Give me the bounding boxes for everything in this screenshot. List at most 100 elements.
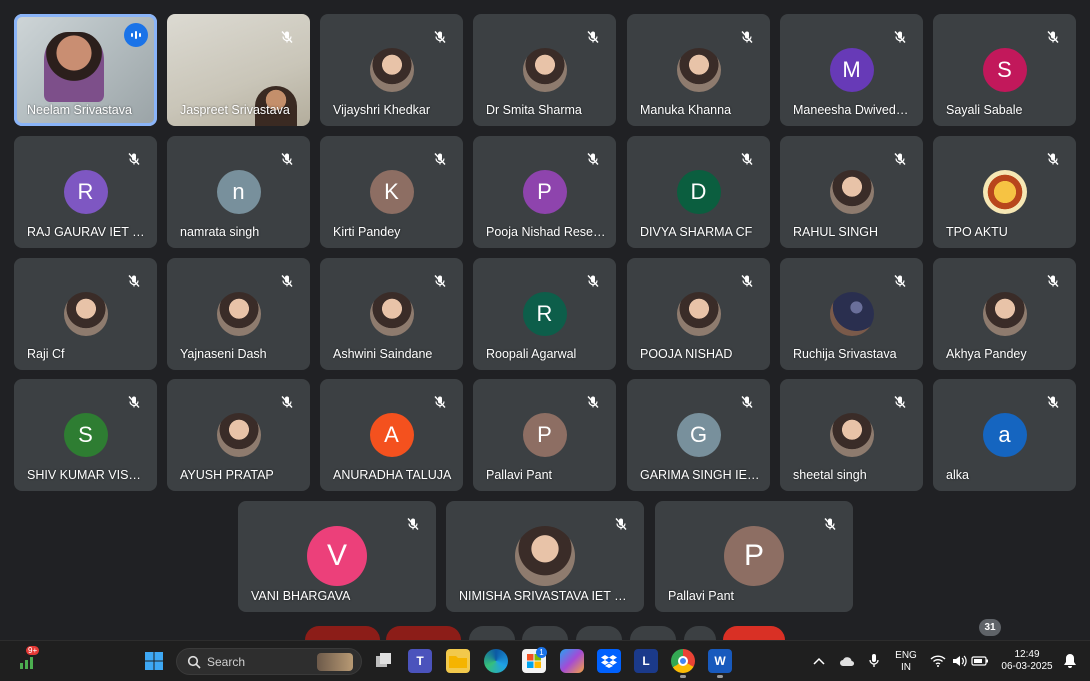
mic-off-icon xyxy=(276,148,298,170)
participant-tile[interactable]: V VANI BHARGAVA xyxy=(238,501,436,612)
participant-avatar: P xyxy=(522,170,567,214)
taskbar-search-box[interactable]: Search xyxy=(176,648,362,675)
participant-name: Akhya Pandey xyxy=(946,347,1027,361)
camera-toggle-button[interactable] xyxy=(386,626,461,640)
battery-icon[interactable] xyxy=(968,649,992,673)
participant-avatar: G xyxy=(676,413,721,457)
participant-name: DIVYA SHARMA CF xyxy=(640,225,753,239)
participant-name: Manuka Khanna xyxy=(640,103,732,117)
task-view-icon[interactable] xyxy=(372,649,396,673)
mic-off-icon xyxy=(582,148,604,170)
store-badge: 1 xyxy=(536,647,547,658)
participant-tile[interactable]: P Pallavi Pant xyxy=(473,379,616,491)
participant-tile[interactable]: K Kirti Pandey xyxy=(320,136,463,248)
participant-name: Roopali Agarwal xyxy=(486,347,577,361)
participant-avatar xyxy=(216,413,261,457)
teams-icon[interactable]: T xyxy=(408,649,432,673)
clock-date: 06-03-2025 xyxy=(1001,661,1053,672)
reactions-button[interactable] xyxy=(522,626,568,640)
copilot-icon[interactable] xyxy=(560,649,584,673)
edge-icon[interactable] xyxy=(484,649,508,673)
meeting-grid: Neelam Srivastava Jaspreet Srivastava Vija… xyxy=(0,0,1090,640)
participant-name: sheetal singh xyxy=(793,468,867,482)
chrome-icon[interactable] xyxy=(671,649,695,673)
participant-tile[interactable]: S SHIV KUMAR VISH… xyxy=(14,379,157,491)
mic-off-icon xyxy=(1042,148,1064,170)
mic-off-icon xyxy=(276,26,298,48)
microphone-icon[interactable] xyxy=(862,649,886,673)
participant-tile[interactable]: a alka xyxy=(933,379,1076,491)
dropbox-icon[interactable] xyxy=(597,649,621,673)
windows-start-icon[interactable] xyxy=(142,649,166,673)
participant-tile[interactable]: Vijayshri Khedkar xyxy=(320,14,463,126)
participant-tile[interactable]: Akhya Pandey xyxy=(933,258,1076,370)
participant-tile[interactable]: Neelam Srivastava xyxy=(14,14,157,126)
participant-name: Maneesha Dwived… xyxy=(793,103,909,117)
participant-name: Jaspreet Srivastava xyxy=(180,103,290,117)
participant-tile[interactable]: S Sayali Sabale xyxy=(933,14,1076,126)
participant-tile[interactable]: n namrata singh xyxy=(167,136,310,248)
participant-avatar xyxy=(515,526,575,586)
participant-avatar xyxy=(982,292,1027,336)
participant-tile[interactable]: P Pallavi Pant xyxy=(655,501,853,612)
participant-tile[interactable]: A ANURADHA TALUJA xyxy=(320,379,463,491)
participant-name: VANI BHARGAVA xyxy=(251,589,351,603)
participant-tile[interactable]: Dr Smita Sharma xyxy=(473,14,616,126)
mic-off-icon xyxy=(1042,26,1064,48)
participant-tile[interactable]: R RAJ GAURAV IET L… xyxy=(14,136,157,248)
participant-tile[interactable]: Ruchija Srivastava xyxy=(780,258,923,370)
participant-name: NIMISHA SRIVASTAVA IET St… xyxy=(459,589,634,603)
participant-tile[interactable]: Jaspreet Srivastava xyxy=(167,14,310,126)
mic-off-icon xyxy=(736,270,758,292)
participant-tile[interactable]: Ashwini Saindane xyxy=(320,258,463,370)
word-icon[interactable]: W xyxy=(708,649,732,673)
wifi-icon[interactable] xyxy=(926,649,950,673)
mic-off-icon xyxy=(736,26,758,48)
participant-tile[interactable]: NIMISHA SRIVASTAVA IET St… xyxy=(446,501,644,612)
participant-name: Yajnaseni Dash xyxy=(180,347,267,361)
file-explorer-icon[interactable] xyxy=(446,649,470,673)
cloud-icon[interactable] xyxy=(835,649,859,673)
participant-name: RAHUL SINGH xyxy=(793,225,878,239)
participant-tile[interactable]: Yajnaseni Dash xyxy=(167,258,310,370)
participant-tile[interactable]: POOJA NISHAD xyxy=(627,258,770,370)
participant-name: SHIV KUMAR VISH… xyxy=(27,468,147,482)
weather-badge: 9+ xyxy=(26,646,40,655)
participant-name: Ashwini Saindane xyxy=(333,347,433,361)
participant-count-badge[interactable]: 31 xyxy=(979,619,1001,636)
participant-tile[interactable]: Manuka Khanna xyxy=(627,14,770,126)
more-options-button[interactable] xyxy=(684,626,716,640)
participant-name: GARIMA SINGH IE… xyxy=(640,468,760,482)
mic-off-icon xyxy=(889,26,911,48)
participant-tile[interactable]: Raji Cf xyxy=(14,258,157,370)
notification-icon[interactable] xyxy=(1058,649,1082,673)
participant-tile[interactable]: G GARIMA SINGH IE… xyxy=(627,379,770,491)
language-indicator[interactable]: ENG IN xyxy=(890,650,922,674)
chevron-up-icon[interactable] xyxy=(807,649,831,673)
mic-off-icon xyxy=(429,26,451,48)
participant-name: Neelam Srivastava xyxy=(27,103,132,117)
participant-tile[interactable]: D DIVYA SHARMA CF xyxy=(627,136,770,248)
participant-tile[interactable]: R Roopali Agarwal xyxy=(473,258,616,370)
clock[interactable]: 12:49 06-03-2025 xyxy=(996,649,1058,673)
participant-tile[interactable]: M Maneesha Dwived… xyxy=(780,14,923,126)
participant-video xyxy=(44,32,104,102)
mic-off-icon xyxy=(610,513,632,535)
participant-tile[interactable]: AYUSH PRATAP xyxy=(167,379,310,491)
participant-avatar xyxy=(369,48,414,92)
meeting-controls-bar xyxy=(0,626,1090,640)
participant-name: POOJA NISHAD xyxy=(640,347,733,361)
l-app-icon[interactable]: L xyxy=(634,649,658,673)
participant-tile[interactable]: RAHUL SINGH xyxy=(780,136,923,248)
leave-call-button[interactable] xyxy=(723,626,785,640)
captions-button[interactable] xyxy=(469,626,515,640)
participant-avatar: V xyxy=(307,526,367,586)
mic-toggle-button[interactable] xyxy=(305,626,380,640)
raise-hand-button[interactable] xyxy=(630,626,676,640)
participant-avatar xyxy=(63,292,108,336)
participant-tile[interactable]: P Pooja Nishad Rese… xyxy=(473,136,616,248)
participant-name: Sayali Sabale xyxy=(946,103,1023,117)
participant-tile[interactable]: TPO AKTU xyxy=(933,136,1076,248)
participant-tile[interactable]: sheetal singh xyxy=(780,379,923,491)
present-button[interactable] xyxy=(576,626,622,640)
